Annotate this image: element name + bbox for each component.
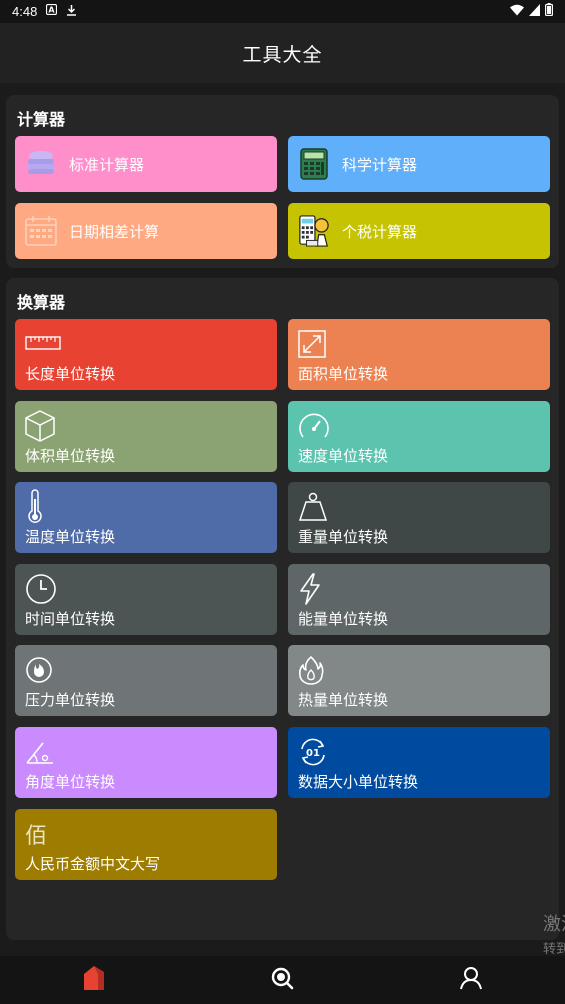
- activation-watermark: 激活 Windows 转到设置以激活 Windows。: [543, 910, 565, 957]
- user-icon: [459, 966, 483, 994]
- flame-icon: [298, 653, 334, 687]
- calculator-icon: [298, 148, 330, 180]
- calendar-icon: [25, 215, 57, 247]
- pressure-converter-label: 压力单位转换: [25, 691, 116, 709]
- pressure-icon: [25, 653, 61, 687]
- watermark-line2: 转到设置以激活 Windows。: [543, 942, 565, 957]
- status-time: 4:48: [12, 4, 38, 19]
- data-size-converter-label: 数据大小单位转换: [298, 773, 419, 791]
- angle-icon: [25, 735, 61, 769]
- income-tax-calculator-label: 个税计算器: [342, 222, 418, 241]
- area-converter-label: 面积单位转换: [298, 365, 389, 383]
- converters-card: 换算器 长度单位转换 面积单位转换 体积单位转换 速度单位转换 温度单位转换 重…: [6, 278, 559, 940]
- energy-converter-label: 能量单位转换: [298, 610, 389, 628]
- rmb-uppercase-button[interactable]: 佰 人民币金额中文大写: [15, 809, 277, 880]
- time-converter-button[interactable]: 时间单位转换: [15, 564, 277, 635]
- battery-icon: [545, 3, 554, 20]
- status-bar: 4:48 A: [0, 0, 565, 23]
- area-converter-button[interactable]: 面积单位转换: [288, 319, 550, 390]
- data-size-converter-button[interactable]: 01 数据大小单位转换: [288, 727, 550, 798]
- page-title: 工具大全: [242, 43, 323, 66]
- search-icon: [270, 966, 294, 994]
- cube-icon: [25, 409, 61, 443]
- energy-converter-button[interactable]: 能量单位转换: [288, 564, 550, 635]
- speed-converter-label: 速度单位转换: [298, 447, 389, 465]
- wifi-icon: [510, 4, 524, 20]
- download-icon: [66, 4, 77, 20]
- calculators-title: 计算器: [17, 110, 66, 129]
- volume-converter-button[interactable]: 体积单位转换: [15, 401, 277, 472]
- pressure-converter-button[interactable]: 压力单位转换: [15, 645, 277, 716]
- speedometer-icon: [298, 409, 334, 443]
- lightning-icon: [298, 572, 334, 606]
- signal-icon: [529, 3, 540, 20]
- weight-converter-label: 重量单位转换: [298, 528, 389, 546]
- income-tax-calculator-button[interactable]: 个税计算器: [288, 203, 550, 259]
- coins-icon: [25, 148, 57, 180]
- nav-search[interactable]: [252, 956, 312, 1004]
- ruler-icon: [25, 327, 61, 361]
- temperature-converter-button[interactable]: 温度单位转换: [15, 482, 277, 553]
- nav-home[interactable]: [64, 956, 124, 1004]
- weight-converter-button[interactable]: 重量单位转换: [288, 482, 550, 553]
- bai-icon: 佰: [25, 817, 61, 851]
- calculators-card: 计算器 标准计算器 科学计算器 日期相差计算 个税计算器: [6, 95, 559, 268]
- area-icon: [298, 327, 334, 361]
- rmb-uppercase-label: 人民币金额中文大写: [25, 855, 161, 873]
- nav-profile[interactable]: [441, 956, 501, 1004]
- home-icon: [82, 965, 106, 995]
- data-icon: 01: [298, 735, 334, 769]
- svg-text:01: 01: [306, 748, 320, 759]
- heat-converter-label: 热量单位转换: [298, 691, 389, 709]
- length-converter-button[interactable]: 长度单位转换: [15, 319, 277, 390]
- thermometer-icon: [25, 489, 61, 524]
- heat-converter-button[interactable]: 热量单位转换: [288, 645, 550, 716]
- svg-text:A: A: [49, 6, 56, 15]
- temperature-converter-label: 温度单位转换: [25, 528, 116, 546]
- clock-icon: [25, 572, 61, 606]
- app-bar: 工具大全: [0, 23, 565, 83]
- bai-glyph: 佰: [25, 824, 48, 849]
- length-converter-label: 长度单位转换: [25, 365, 116, 383]
- scientific-calculator-button[interactable]: 科学计算器: [288, 136, 550, 192]
- angle-converter-button[interactable]: 角度单位转换: [15, 727, 277, 798]
- speed-converter-button[interactable]: 速度单位转换: [288, 401, 550, 472]
- volume-converter-label: 体积单位转换: [25, 447, 116, 465]
- time-converter-label: 时间单位转换: [25, 610, 116, 628]
- watermark-line1: 激活 Windows: [543, 914, 565, 935]
- scientific-calculator-label: 科学计算器: [342, 155, 418, 174]
- weight-icon: [298, 490, 334, 524]
- tax-icon: [298, 215, 330, 247]
- date-difference-label: 日期相差计算: [69, 222, 160, 241]
- standard-calculator-label: 标准计算器: [69, 155, 145, 174]
- angle-converter-label: 角度单位转换: [25, 773, 116, 791]
- standard-calculator-button[interactable]: 标准计算器: [15, 136, 277, 192]
- converters-title: 换算器: [17, 293, 66, 312]
- date-difference-button[interactable]: 日期相差计算: [15, 203, 277, 259]
- bottom-nav: [0, 956, 565, 1004]
- notification-a-icon: A: [46, 3, 58, 19]
